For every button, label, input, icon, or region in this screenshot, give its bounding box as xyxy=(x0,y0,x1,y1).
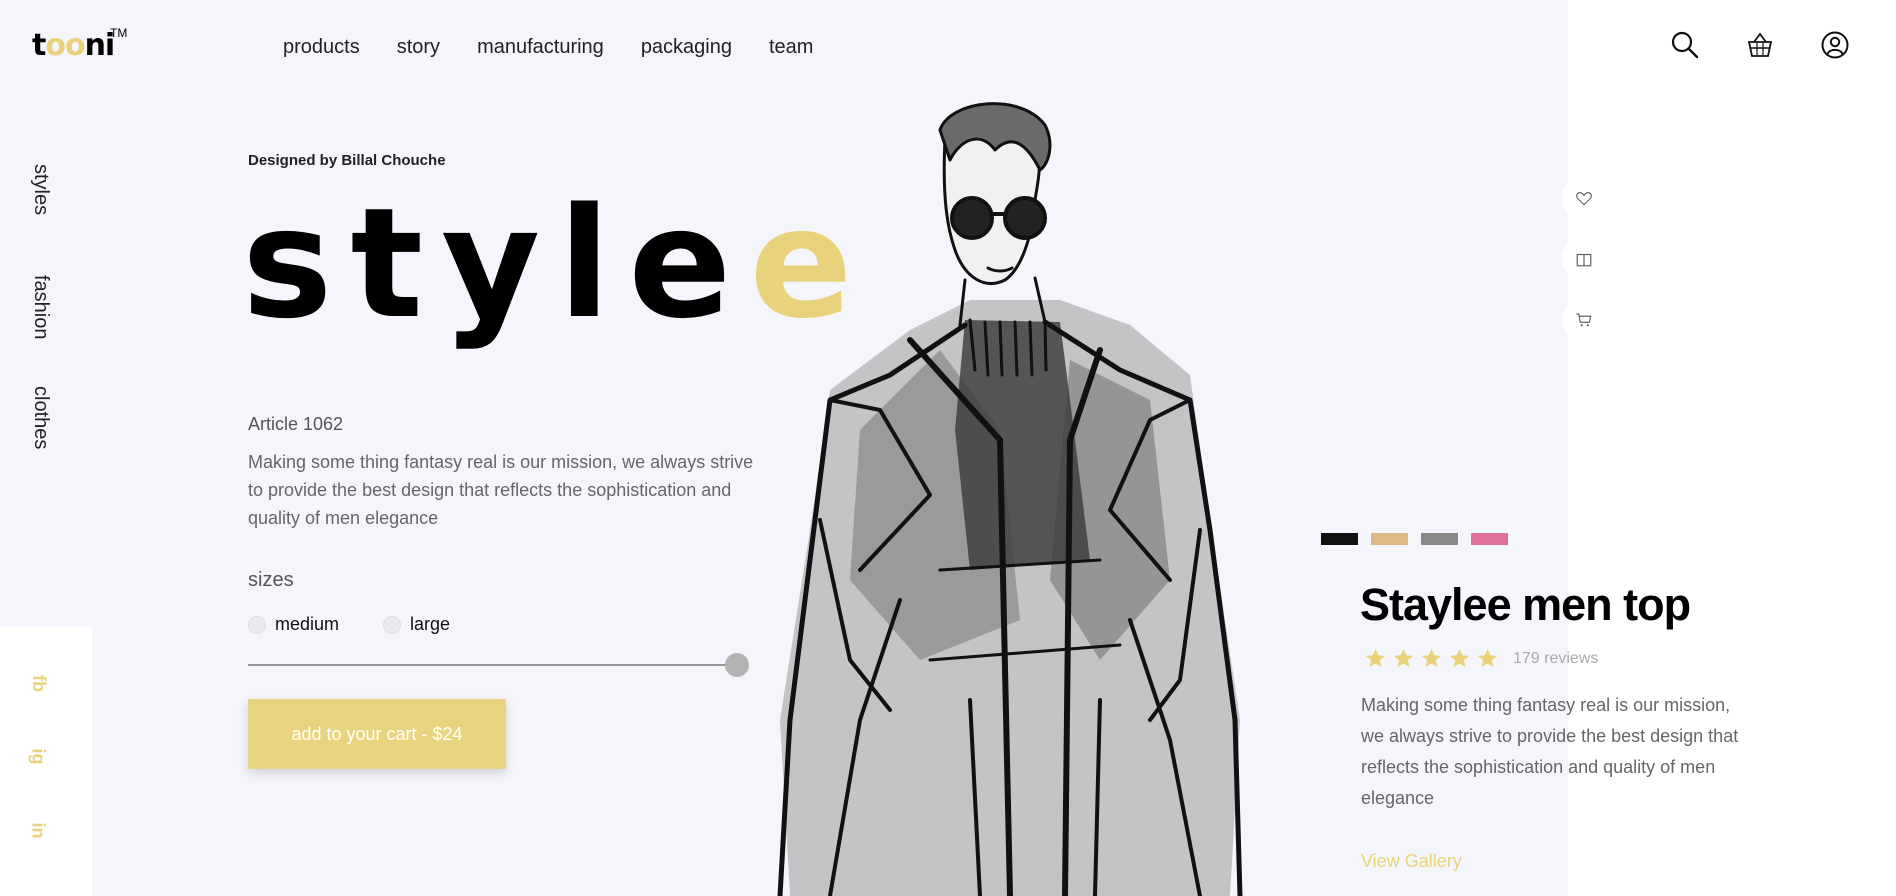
main-nav: products story manufacturing packaging t… xyxy=(283,36,813,59)
logo-text-start: t xyxy=(32,28,46,63)
cart-icon xyxy=(1576,313,1592,327)
star-icon xyxy=(1421,648,1442,668)
nav-item-story[interactable]: story xyxy=(397,36,440,59)
facebook-link[interactable]: fb xyxy=(28,675,49,692)
article-number: Article 1062 xyxy=(248,414,344,434)
size-option-medium[interactable]: medium xyxy=(248,614,339,635)
product-title: Staylee men top xyxy=(1360,579,1691,630)
hero-title-main: style xyxy=(242,175,750,352)
user-icon[interactable] xyxy=(1820,30,1850,60)
nav-item-products[interactable]: products xyxy=(283,36,360,59)
nav-item-manufacturing[interactable]: manufacturing xyxy=(477,36,604,59)
star-icon xyxy=(1477,648,1498,668)
nav-item-team[interactable]: team xyxy=(769,36,813,59)
product-description: Making some thing fantasy real is our mi… xyxy=(1361,695,1739,808)
search-icon[interactable] xyxy=(1670,30,1700,60)
view-gallery-link[interactable]: View Gallery xyxy=(1361,851,1462,872)
article-description: Making some thing fantasy real is our mi… xyxy=(248,452,754,528)
size-option-large[interactable]: large xyxy=(383,614,450,635)
add-to-cart-button[interactable]: add to your cart - $24 xyxy=(248,699,506,769)
trademark: TM xyxy=(110,26,128,40)
color-swatch-tan[interactable] xyxy=(1371,533,1408,545)
basket-icon[interactable] xyxy=(1745,30,1775,60)
star-icon xyxy=(1365,648,1386,668)
gift-icon xyxy=(1576,253,1592,267)
color-swatch-gray[interactable] xyxy=(1421,533,1458,545)
side-nav-styles[interactable]: styles xyxy=(29,164,52,215)
review-count[interactable]: 179 reviews xyxy=(1513,650,1598,668)
size-slider-thumb[interactable] xyxy=(725,653,749,677)
logo-text-highlight: oo xyxy=(45,28,85,63)
side-nav-clothes[interactable]: clothes xyxy=(29,386,52,449)
social-links: fb ig in xyxy=(0,627,92,896)
wishlist-button[interactable] xyxy=(1562,176,1606,220)
gift-button[interactable] xyxy=(1562,237,1606,281)
heart-icon xyxy=(1576,192,1592,206)
sizes-label: sizes xyxy=(248,569,294,591)
color-swatch-black[interactable] xyxy=(1321,533,1358,545)
fashion-illustration xyxy=(770,100,1270,896)
quick-cart-button[interactable] xyxy=(1562,298,1606,342)
star-icon xyxy=(1449,648,1470,668)
star-icon xyxy=(1393,648,1414,668)
color-swatch-pink[interactable] xyxy=(1471,533,1508,545)
size-label: medium xyxy=(275,614,340,634)
nav-item-packaging[interactable]: packaging xyxy=(641,36,732,59)
instagram-link[interactable]: ig xyxy=(28,749,49,765)
radio-button[interactable] xyxy=(248,615,266,634)
size-label: large xyxy=(410,614,451,634)
radio-button[interactable] xyxy=(383,615,401,634)
side-nav-fashion[interactable]: fashion xyxy=(29,275,52,340)
designer-credit: Designed by Billal Chouche xyxy=(248,152,446,169)
rating-stars xyxy=(1364,647,1499,670)
size-slider-track[interactable] xyxy=(248,664,738,666)
linkedin-link[interactable]: in xyxy=(28,823,49,839)
logo[interactable]: tooni TM xyxy=(32,26,127,63)
